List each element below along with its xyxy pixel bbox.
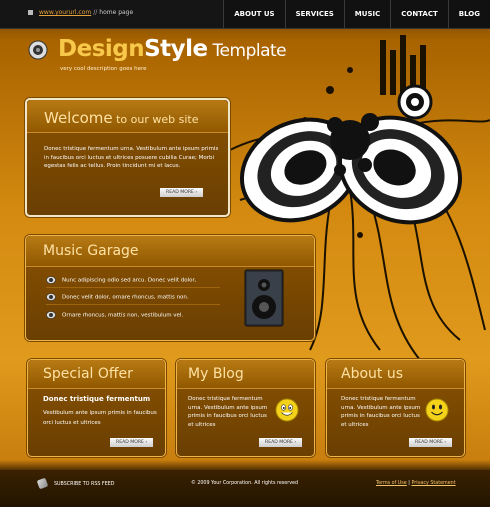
privacy-link[interactable]: Privacy Statement (411, 481, 455, 486)
breadcrumb-separator: // (93, 9, 98, 16)
rss-icon (36, 477, 49, 490)
read-more-label: READ MORE (166, 190, 194, 195)
footer (0, 470, 490, 507)
arrow-right-icon: › (444, 440, 447, 445)
smiley-icon (425, 398, 449, 422)
special-read-more-button[interactable]: READ MORE › (110, 438, 154, 447)
music-list-item[interactable]: Nunc adipiscing odio sed arcu. Donec vel… (46, 276, 197, 284)
main-nav: ABOUT US SERVICES MUSIC CONTACT BLOG (223, 0, 490, 28)
about-us-panel: About us Donec tristique fermentum urna.… (326, 359, 465, 457)
logo-template: Template (207, 41, 287, 61)
welcome-title-main: Welcome (44, 109, 113, 127)
speaker-logo-icon (28, 40, 48, 60)
loudspeaker-image (244, 269, 284, 327)
special-offer-panel: Special Offer Donec tristique fermentum … (27, 359, 166, 457)
read-more-label: READ MORE (265, 440, 293, 445)
arrow-right-icon: › (145, 440, 148, 445)
about-text: Donec tristique fermentum urna. Vestibul… (341, 396, 421, 428)
rss-link[interactable]: SUBSCRIBE TO RSS FEED (36, 477, 115, 490)
special-title: Special Offer (43, 366, 133, 382)
top-bar: www.yoururl.com//home page ABOUT US SERV… (0, 0, 490, 29)
speaker-bullet-icon (46, 293, 56, 301)
smiley-icon (275, 398, 299, 422)
my-blog-panel: My Blog Donec tristique fermentum urna. … (176, 359, 315, 457)
nav-services[interactable]: SERVICES (284, 0, 344, 28)
music-item-text: Nunc adipiscing odio sed arcu. Donec vel… (62, 277, 197, 284)
tagline: very cool description goes here (60, 66, 147, 72)
nav-contact[interactable]: CONTACT (390, 0, 448, 28)
breadcrumb-home[interactable]: home page (99, 9, 133, 16)
music-list-item[interactable]: Ornare rhoncus, mattis non, vestibulum v… (46, 311, 183, 319)
welcome-title-rest: to our web site (112, 113, 199, 126)
music-garage-panel: Music Garage Nunc adipiscing odio sed ar… (25, 235, 315, 341)
page: www.yoururl.com//home page ABOUT US SERV… (0, 0, 490, 507)
special-headline: Donec tristique fermentum (43, 395, 151, 403)
welcome-panel: Welcome to our web site Donec tristique … (25, 98, 230, 217)
blog-read-more-button[interactable]: READ MORE › (259, 438, 303, 447)
arrow-right-icon: › (195, 190, 198, 195)
welcome-read-more-button[interactable]: READ MORE › (160, 188, 204, 197)
nav-about-us[interactable]: ABOUT US (223, 0, 285, 28)
logo-style: Style (144, 36, 208, 62)
speaker-bullet-icon (46, 276, 56, 284)
blog-title: My Blog (188, 366, 244, 382)
music-title: Music Garage (43, 243, 139, 259)
arrow-right-icon: › (294, 440, 297, 445)
about-title: About us (341, 366, 404, 382)
terms-link[interactable]: Terms of Use (376, 481, 407, 486)
speaker-bullet-icon (46, 311, 56, 319)
welcome-text: Donec tristique fermentum urna. Vestibul… (44, 146, 219, 169)
welcome-title: Welcome to our web site (44, 109, 199, 127)
copyright: © 2009 Your Corporation. All rights rese… (191, 481, 299, 486)
breadcrumb: www.yoururl.com//home page (28, 9, 133, 16)
blog-text: Donec tristique fermentum urna. Vestibul… (188, 396, 268, 428)
music-list-item[interactable]: Donec velit dolor, ornare rhoncus, matti… (46, 293, 189, 301)
house-icon (28, 10, 33, 15)
music-divider (46, 287, 220, 288)
nav-music[interactable]: MUSIC (343, 0, 391, 28)
site-logo[interactable]: DesignStyle Template (58, 36, 287, 62)
music-divider (46, 304, 220, 305)
footer-separator: | (408, 481, 410, 486)
music-item-text: Donec velit dolor, ornare rhoncus, matti… (62, 294, 189, 301)
logo-design: Design (58, 36, 145, 62)
music-item-text: Ornare rhoncus, mattis non, vestibulum v… (62, 312, 184, 319)
special-text: Vestibulum ante ipsum primis in faucibus… (43, 410, 157, 426)
breadcrumb-url-link[interactable]: www.yoururl.com (39, 9, 91, 16)
rss-label: SUBSCRIBE TO RSS FEED (54, 482, 115, 487)
about-read-more-button[interactable]: READ MORE › (409, 438, 453, 447)
footer-links: Terms of Use | Privacy Statement (376, 481, 456, 486)
read-more-label: READ MORE (116, 440, 144, 445)
read-more-label: READ MORE (415, 440, 443, 445)
nav-blog[interactable]: BLOG (447, 0, 490, 28)
